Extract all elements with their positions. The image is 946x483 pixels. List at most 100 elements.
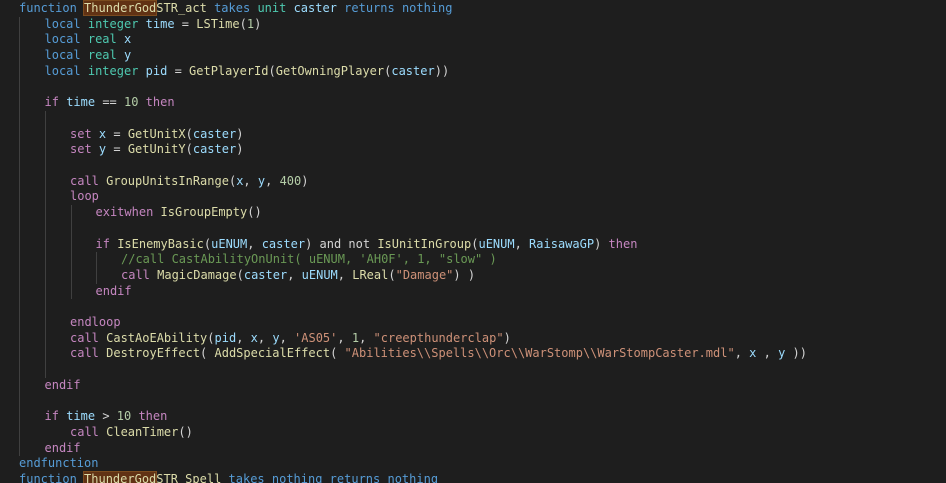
code-token: 10 bbox=[116, 409, 132, 424]
code-line[interactable]: set x = GetUnitX(caster) bbox=[70, 127, 243, 142]
code-line[interactable]: call CastAoEAbility(pid, x, y, 'AS05', 1… bbox=[70, 331, 511, 346]
code-token: 400 bbox=[279, 173, 302, 188]
code-line[interactable]: exitwhen IsGroupEmpty() bbox=[96, 205, 262, 220]
code-line[interactable]: local real x bbox=[45, 32, 132, 47]
code-token: ) bbox=[254, 16, 262, 31]
code-token: local bbox=[44, 48, 88, 63]
code-token: = bbox=[174, 16, 197, 31]
indent-guide bbox=[71, 205, 72, 300]
code-token: if bbox=[44, 95, 67, 110]
code-token: ) bbox=[503, 330, 511, 345]
code-token: 'AS05' bbox=[294, 330, 338, 345]
code-token: call bbox=[121, 267, 158, 282]
code-token: then bbox=[131, 409, 168, 424]
code-token: function bbox=[19, 472, 77, 483]
code-line[interactable]: function ThunderGodSTR_act takes unit ca… bbox=[19, 0, 453, 16]
code-token: ) bbox=[305, 236, 320, 251]
code-token: STR_act bbox=[156, 1, 207, 15]
code-line[interactable]: local real y bbox=[45, 48, 132, 63]
code-line[interactable]: endfunction bbox=[19, 456, 98, 471]
code-token: , bbox=[236, 330, 251, 345]
code-token: , bbox=[359, 330, 374, 345]
code-token: y bbox=[272, 330, 280, 345]
code-token: //call CastAbilityOnUnit( uENUM, 'AH0F',… bbox=[121, 252, 497, 267]
code-line[interactable]: //call CastAbilityOnUnit( uENUM, 'AH0F',… bbox=[121, 252, 497, 267]
code-line[interactable]: endif bbox=[45, 378, 81, 393]
code-token: ) ) bbox=[453, 267, 476, 282]
code-line[interactable]: call MagicDamage(caster, uENUM, LReal("D… bbox=[121, 268, 475, 283]
code-token: local bbox=[44, 63, 88, 78]
code-token: "creepthunderclap" bbox=[373, 330, 504, 345]
code-token: local bbox=[44, 32, 88, 47]
code-token: caster bbox=[243, 267, 288, 282]
code-token: takes bbox=[206, 1, 258, 15]
code-token: 10 bbox=[124, 95, 139, 110]
code-token: pid bbox=[138, 63, 168, 78]
code-token: ( bbox=[185, 142, 193, 157]
code-token: () bbox=[247, 205, 262, 220]
code-line[interactable]: local integer time = LSTime(1) bbox=[45, 17, 262, 32]
code-token: > bbox=[95, 409, 117, 424]
code-token: ) bbox=[236, 142, 244, 157]
code-line[interactable]: call DestroyEffect( AddSpecialEffect( "A… bbox=[70, 346, 807, 361]
code-token: , bbox=[287, 267, 302, 282]
code-token: x bbox=[116, 32, 132, 47]
code-token: , bbox=[514, 236, 530, 251]
code-token: integer bbox=[87, 16, 139, 31]
code-token: ( bbox=[268, 63, 276, 78]
code-line[interactable]: endif bbox=[96, 284, 132, 299]
code-token: ( bbox=[185, 126, 193, 141]
code-line[interactable]: set y = GetUnitY(caster) bbox=[70, 142, 243, 157]
code-token: IsGroupEmpty bbox=[160, 205, 248, 220]
code-token: uENUM bbox=[301, 267, 338, 282]
code-token: = bbox=[106, 142, 128, 157]
code-token: endif bbox=[44, 377, 81, 392]
code-token: IsEnemyBasic bbox=[117, 236, 204, 251]
code-token: )) bbox=[434, 63, 450, 78]
code-token: , bbox=[247, 236, 262, 251]
code-token: () bbox=[178, 424, 193, 439]
code-line[interactable]: endif bbox=[45, 441, 81, 456]
code-token: = bbox=[106, 126, 128, 141]
code-token: local bbox=[44, 16, 88, 31]
code-line[interactable]: function ThunderGodSTR_Spell takes nothi… bbox=[19, 471, 438, 483]
code-token: ( bbox=[236, 267, 244, 282]
code-token: ) bbox=[301, 173, 309, 188]
code-token: caster bbox=[192, 126, 237, 141]
code-token: ) bbox=[236, 126, 244, 141]
code-token: IsUnitInGroup bbox=[377, 236, 472, 251]
code-token: GetUnitY bbox=[127, 142, 186, 157]
code-token: x bbox=[250, 330, 258, 345]
code-line[interactable]: local integer pid = GetPlayerId(GetOwnin… bbox=[45, 64, 450, 79]
code-token: set bbox=[70, 126, 99, 141]
code-token: unit bbox=[257, 1, 287, 15]
code-token: then bbox=[138, 95, 175, 110]
code-token: , bbox=[257, 330, 273, 345]
code-token: AddSpecialEffect bbox=[214, 346, 331, 361]
code-line[interactable]: if time == 10 then bbox=[45, 95, 175, 110]
code-token: "Damage" bbox=[395, 267, 454, 282]
code-line[interactable]: if IsEnemyBasic(uENUM, caster) and not I… bbox=[96, 237, 638, 252]
code-token: caster bbox=[286, 1, 345, 15]
code-token: endfunction bbox=[19, 456, 99, 471]
code-token: call bbox=[70, 346, 107, 361]
code-line[interactable]: endloop bbox=[70, 315, 121, 330]
code-token: ( bbox=[200, 346, 215, 361]
code-token: , bbox=[243, 173, 258, 188]
code-token: , bbox=[756, 346, 779, 361]
code-line[interactable]: if time > 10 then bbox=[45, 409, 168, 424]
code-line[interactable]: loop bbox=[70, 189, 99, 204]
code-line[interactable]: call CleanTimer() bbox=[70, 425, 193, 440]
code-token: call bbox=[70, 330, 107, 345]
code-token: , bbox=[337, 330, 352, 345]
code-token: y bbox=[116, 48, 132, 63]
code-line[interactable]: call GroupUnitsInRange(x, y, 400) bbox=[70, 174, 308, 189]
code-editor[interactable]: function ThunderGodSTR_act takes unit ca… bbox=[0, 0, 946, 483]
code-token: GroupUnitsInRange bbox=[106, 173, 229, 188]
code-token: function bbox=[19, 1, 77, 15]
code-token: DestroyEffect bbox=[106, 346, 201, 361]
code-token: GetUnitX bbox=[127, 126, 186, 141]
code-token: integer bbox=[87, 63, 139, 78]
